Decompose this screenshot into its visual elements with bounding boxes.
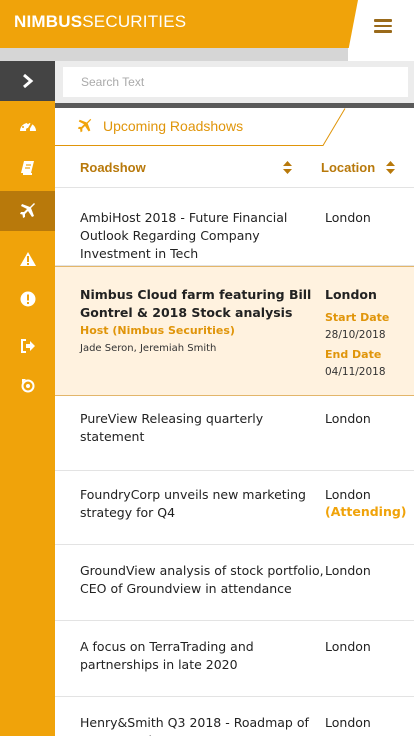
column-header-location[interactable]: Location: [321, 160, 375, 175]
roadshow-location: London: [325, 715, 371, 730]
start-date-label: Start Date: [325, 311, 390, 324]
roadshow-location: London: [325, 639, 371, 654]
table-row-selected[interactable]: Nimbus Cloud farm featuring Bill Gontrel…: [55, 266, 414, 396]
section-title: Upcoming Roadshows: [103, 118, 244, 134]
sort-icon[interactable]: [386, 161, 395, 174]
menu-tab[interactable]: [348, 0, 414, 52]
chevron-right-icon: [22, 74, 33, 88]
brand-logo: NIMBUSSECURITIES: [14, 12, 186, 32]
end-date-value: 04/11/2018: [325, 366, 386, 378]
sidebar-item-alert[interactable]: [0, 284, 55, 314]
airplane-icon: [77, 118, 92, 133]
sidebar-item-warning[interactable]: [0, 244, 55, 274]
sidebar-toggle-button[interactable]: [0, 61, 55, 101]
table-row[interactable]: Henry&Smith Q3 2018 - Roadmap of company…: [55, 697, 414, 736]
sign-out-icon: [20, 339, 35, 353]
sidebar-item-refresh[interactable]: [0, 370, 55, 400]
dashboard-icon: [19, 122, 36, 132]
roadshow-location: London: [325, 411, 371, 426]
host-label: Host (Nimbus Securities): [80, 324, 235, 337]
attending-status: (Attending): [325, 504, 407, 519]
sidebar-item-roadshows[interactable]: [0, 191, 55, 231]
roadshow-name: A focus on TerraTrading and partnerships…: [80, 639, 254, 672]
roadshow-name: Henry&Smith Q3 2018 - Roadmap of company…: [80, 715, 309, 736]
brand-name-bold: NIMBUS: [14, 12, 83, 31]
table-row[interactable]: PureView Releasing quarterly statement L…: [55, 396, 414, 471]
roadshow-location: London: [325, 287, 377, 302]
table-header: Roadshow Location: [55, 148, 414, 188]
brand-name-light: SECURITIES: [82, 12, 187, 31]
roadshow-name: PureView Releasing quarterly statement: [80, 411, 264, 444]
sidebar-item-book[interactable]: [0, 153, 55, 183]
warning-icon: [19, 252, 36, 266]
end-date-label: End Date: [325, 348, 382, 361]
header-divider: [0, 48, 348, 61]
refresh-icon: [21, 379, 34, 393]
search-input[interactable]: [63, 67, 408, 97]
sort-icon[interactable]: [283, 161, 292, 174]
sidebar-item-sign-out[interactable]: [0, 331, 55, 361]
roadshow-location: London: [325, 487, 371, 502]
book-icon: [20, 161, 34, 175]
column-header-roadshow[interactable]: Roadshow: [80, 160, 146, 175]
roadshow-location: London: [325, 563, 371, 578]
host-names: Jade Seron, Jeremiah Smith: [80, 343, 217, 354]
sidebar-item-dashboard[interactable]: [0, 110, 55, 140]
search-bar: [55, 61, 414, 103]
roadshow-name: Nimbus Cloud farm featuring Bill Gontrel…: [80, 287, 312, 320]
start-date-value: 28/10/2018: [325, 329, 386, 341]
roadshow-name: FoundryCorp unveils new marketing strate…: [80, 487, 306, 520]
table-row[interactable]: A focus on TerraTrading and partnerships…: [55, 621, 414, 697]
table-row[interactable]: AmbiHost 2018 - Future Financial Outlook…: [55, 189, 414, 266]
hamburger-icon[interactable]: [374, 19, 392, 33]
roadshow-location: London: [325, 210, 371, 225]
roadshow-name: AmbiHost 2018 - Future Financial Outlook…: [80, 210, 288, 261]
roadshow-name: GroundView analysis of stock portfolio, …: [80, 563, 324, 596]
airplane-icon: [19, 203, 35, 218]
table-row[interactable]: FoundryCorp unveils new marketing strate…: [55, 471, 414, 545]
table-row[interactable]: GroundView analysis of stock portfolio, …: [55, 545, 414, 621]
alert-icon: [20, 291, 35, 307]
section-tab-upcoming-roadshows[interactable]: Upcoming Roadshows: [55, 108, 348, 146]
